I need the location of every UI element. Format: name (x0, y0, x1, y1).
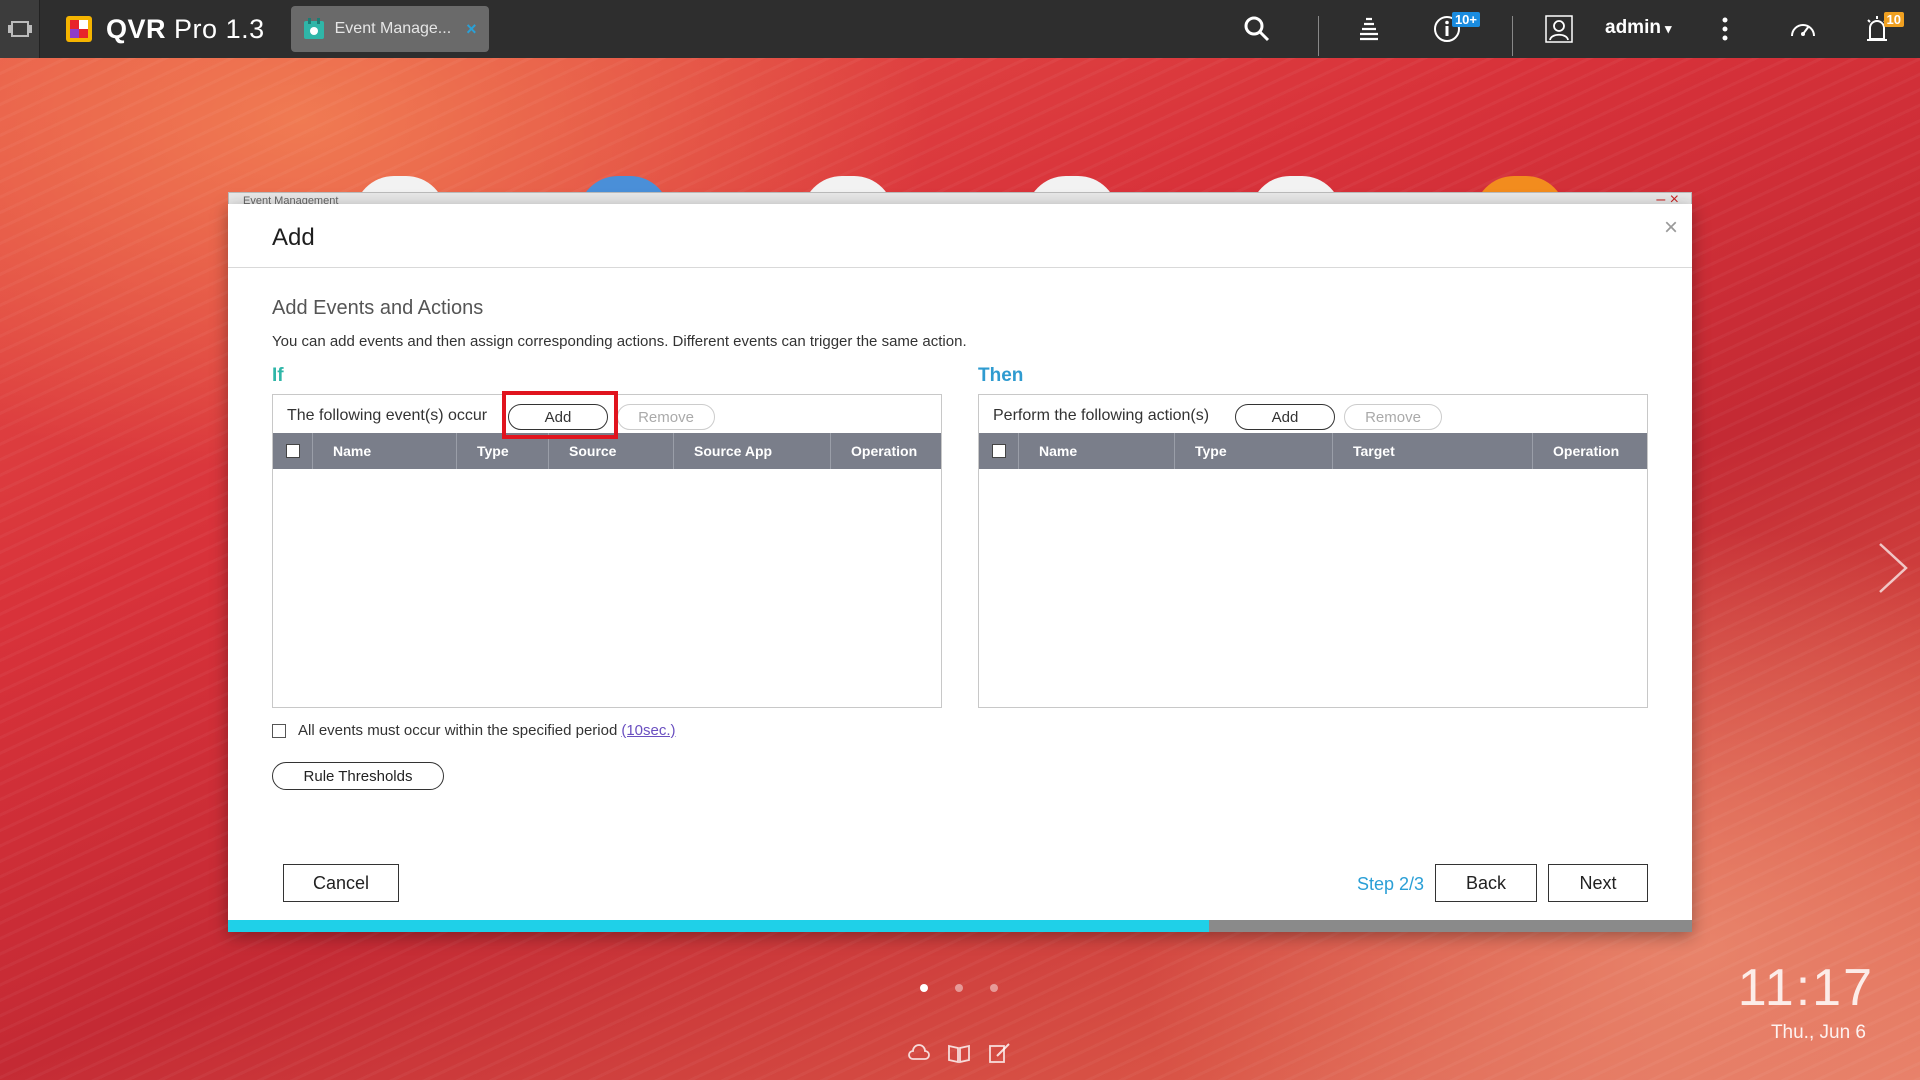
wizard-progress-fill (228, 920, 1209, 932)
show-desktop-button[interactable] (0, 0, 40, 58)
task-tab-close-button[interactable]: × (466, 19, 477, 40)
remove-action-button[interactable]: Remove (1344, 404, 1442, 430)
period-text: All events must occur within the specifi… (298, 722, 618, 739)
app-edition: Pro (174, 13, 218, 44)
period-link[interactable]: (10sec.) (621, 722, 675, 739)
vertical-dots-icon (1722, 17, 1728, 41)
cloud-icon[interactable] (907, 1042, 931, 1064)
actions-label: Perform the following action(s) (993, 407, 1210, 424)
column-name[interactable]: Name (1019, 433, 1175, 469)
user-avatar-button[interactable] (1544, 14, 1574, 44)
toolbar-divider (1512, 16, 1513, 56)
rule-thresholds-button[interactable]: Rule Thresholds (272, 762, 444, 790)
actions-panel: Perform the following action(s) Add Remo… (978, 394, 1648, 708)
chevron-down-icon: ▾ (1664, 21, 1672, 36)
column-operation[interactable]: Operation (831, 433, 941, 469)
cancel-button[interactable]: Cancel (283, 864, 399, 902)
event-management-icon (303, 18, 324, 39)
column-target[interactable]: Target (1333, 433, 1533, 469)
alert-count-badge: 10 (1883, 12, 1904, 27)
period-option: All events must occur within the specifi… (272, 722, 676, 739)
app-name: QVR (106, 13, 167, 44)
desktop-toggle-icon (7, 21, 32, 37)
user-menu[interactable]: admin ▾ (1605, 17, 1671, 39)
if-heading: If (272, 365, 284, 386)
checkbox-icon (285, 444, 300, 458)
event-alerts-button[interactable]: 10 (1862, 12, 1904, 44)
page-dot[interactable] (990, 984, 998, 992)
user-avatar-icon (1545, 15, 1573, 43)
background-tasks-button[interactable] (1354, 14, 1384, 44)
close-icon[interactable]: × (1664, 214, 1678, 242)
desktop-clock: 11:17 (1737, 959, 1874, 1017)
wizard-progress-bar (228, 920, 1692, 932)
events-label: The following event(s) occur (287, 407, 488, 424)
desktop-date: Thu., Jun 6 (1770, 1022, 1866, 1043)
highlight-box (502, 391, 618, 439)
app-title: QVR Pro 1.3 (106, 14, 265, 45)
step-indicator: Step 2/3 (1357, 874, 1425, 894)
section-title: Add Events and Actions (272, 297, 484, 319)
remove-event-button[interactable]: Remove (617, 404, 715, 430)
more-options-button[interactable] (1710, 14, 1740, 44)
desktop-pager (920, 984, 998, 992)
task-tab-event-management[interactable]: Event Manage... × (290, 6, 489, 52)
notification-count-badge: 10+ (1451, 12, 1480, 27)
select-all-events-checkbox[interactable] (273, 433, 313, 469)
next-page-arrow-icon[interactable] (1876, 540, 1910, 596)
task-tab-label: Event Manage... (334, 20, 452, 37)
add-action-button[interactable]: Add (1235, 404, 1335, 430)
column-type[interactable]: Type (1175, 433, 1333, 469)
then-heading: Then (978, 365, 1024, 386)
app-version: 1.3 (225, 13, 265, 44)
page-dot[interactable] (920, 984, 928, 992)
period-checkbox[interactable] (272, 723, 286, 738)
stack-icon (1360, 17, 1378, 41)
search-icon (1244, 16, 1270, 42)
page-dot[interactable] (955, 984, 963, 992)
desktop-dock (907, 1042, 1011, 1064)
feedback-icon[interactable] (987, 1042, 1011, 1064)
add-rule-dialog: Add × Add Events and Actions You can add… (228, 204, 1692, 932)
select-all-actions-checkbox[interactable] (979, 433, 1019, 469)
column-source-app[interactable]: Source App (674, 433, 831, 469)
qvr-logo-icon (66, 16, 92, 42)
search-button[interactable] (1242, 14, 1272, 44)
speedometer-icon (1791, 24, 1815, 37)
toolbar-divider (1318, 16, 1319, 56)
next-button[interactable]: Next (1548, 864, 1648, 902)
back-button[interactable]: Back (1435, 864, 1537, 902)
checkbox-icon (991, 444, 1006, 458)
section-description: You can add events and then assign corre… (272, 333, 967, 350)
column-name[interactable]: Name (313, 433, 457, 469)
book-icon[interactable] (947, 1042, 971, 1064)
dialog-title: Add (272, 224, 315, 251)
dashboard-button[interactable] (1788, 14, 1818, 44)
notifications-button[interactable]: 10+ (1432, 12, 1480, 44)
actions-table-header: Name Type Target Operation (979, 433, 1647, 469)
user-name-label: admin (1605, 17, 1661, 38)
actions-toolbar: Perform the following action(s) Add Remo… (979, 395, 1647, 433)
events-panel: The following event(s) occur Add Remove … (272, 394, 942, 708)
dialog-header: Add × (228, 204, 1692, 268)
column-operation[interactable]: Operation (1533, 433, 1647, 469)
